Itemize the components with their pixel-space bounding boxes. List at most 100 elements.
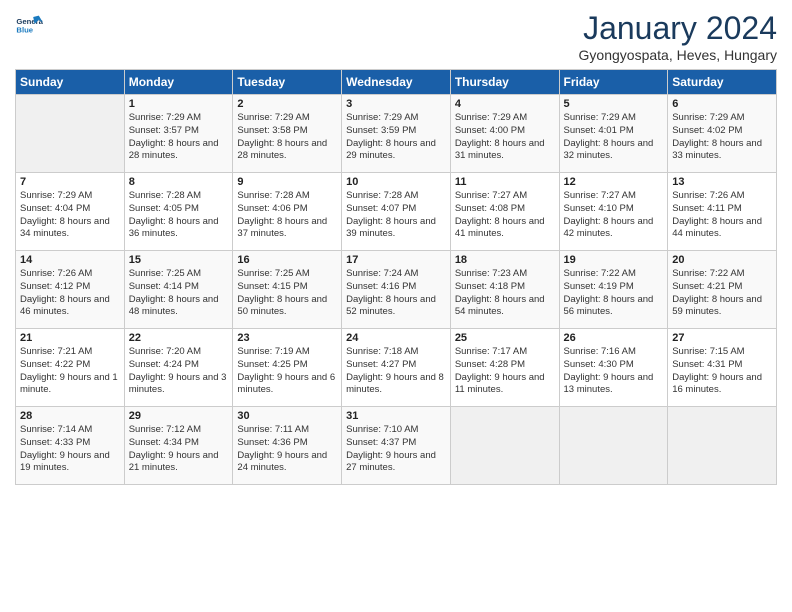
day-number: 12 <box>564 176 664 188</box>
cell-sunset: Sunset: 4:37 PM <box>346 437 446 450</box>
cell-daylight: Daylight: 8 hours and 28 minutes. <box>129 138 229 164</box>
cell-3-2: 23 Sunrise: 7:19 AM Sunset: 4:25 PM Dayl… <box>233 329 342 407</box>
cell-sunset: Sunset: 4:21 PM <box>672 281 772 294</box>
calendar-header-row: Sunday Monday Tuesday Wednesday Thursday… <box>16 70 777 95</box>
cell-daylight: Daylight: 8 hours and 32 minutes. <box>564 138 664 164</box>
cell-0-4: 4 Sunrise: 7:29 AM Sunset: 4:00 PM Dayli… <box>450 95 559 173</box>
day-number: 10 <box>346 176 446 188</box>
cell-daylight: Daylight: 8 hours and 54 minutes. <box>455 294 555 320</box>
cell-1-2: 9 Sunrise: 7:28 AM Sunset: 4:06 PM Dayli… <box>233 173 342 251</box>
day-number: 31 <box>346 410 446 422</box>
cell-1-1: 8 Sunrise: 7:28 AM Sunset: 4:05 PM Dayli… <box>124 173 233 251</box>
header-friday: Friday <box>559 70 668 95</box>
cell-2-6: 20 Sunrise: 7:22 AM Sunset: 4:21 PM Dayl… <box>668 251 777 329</box>
week-row-3: 14 Sunrise: 7:26 AM Sunset: 4:12 PM Dayl… <box>16 251 777 329</box>
cell-sunset: Sunset: 4:06 PM <box>237 203 337 216</box>
logo-icon: General Blue <box>15 10 43 38</box>
cell-daylight: Daylight: 8 hours and 59 minutes. <box>672 294 772 320</box>
cell-2-1: 15 Sunrise: 7:25 AM Sunset: 4:14 PM Dayl… <box>124 251 233 329</box>
month-title: January 2024 <box>579 10 777 47</box>
cell-sunrise: Sunrise: 7:29 AM <box>564 112 664 125</box>
cell-sunrise: Sunrise: 7:25 AM <box>237 268 337 281</box>
cell-3-0: 21 Sunrise: 7:21 AM Sunset: 4:22 PM Dayl… <box>16 329 125 407</box>
week-row-2: 7 Sunrise: 7:29 AM Sunset: 4:04 PM Dayli… <box>16 173 777 251</box>
day-number: 16 <box>237 254 337 266</box>
cell-daylight: Daylight: 9 hours and 27 minutes. <box>346 450 446 476</box>
cell-2-4: 18 Sunrise: 7:23 AM Sunset: 4:18 PM Dayl… <box>450 251 559 329</box>
cell-daylight: Daylight: 9 hours and 21 minutes. <box>129 450 229 476</box>
cell-sunset: Sunset: 4:05 PM <box>129 203 229 216</box>
cell-sunrise: Sunrise: 7:19 AM <box>237 346 337 359</box>
cell-daylight: Daylight: 9 hours and 8 minutes. <box>346 372 446 398</box>
cell-sunset: Sunset: 4:08 PM <box>455 203 555 216</box>
cell-daylight: Daylight: 8 hours and 42 minutes. <box>564 216 664 242</box>
day-number: 2 <box>237 98 337 110</box>
cell-sunrise: Sunrise: 7:11 AM <box>237 424 337 437</box>
cell-daylight: Daylight: 8 hours and 56 minutes. <box>564 294 664 320</box>
cell-daylight: Daylight: 9 hours and 3 minutes. <box>129 372 229 398</box>
cell-sunrise: Sunrise: 7:25 AM <box>129 268 229 281</box>
cell-3-6: 27 Sunrise: 7:15 AM Sunset: 4:31 PM Dayl… <box>668 329 777 407</box>
title-block: January 2024 Gyongyospata, Heves, Hungar… <box>579 10 777 63</box>
cell-sunrise: Sunrise: 7:29 AM <box>237 112 337 125</box>
cell-sunrise: Sunrise: 7:28 AM <box>237 190 337 203</box>
cell-sunrise: Sunrise: 7:27 AM <box>564 190 664 203</box>
cell-daylight: Daylight: 8 hours and 36 minutes. <box>129 216 229 242</box>
day-number: 11 <box>455 176 555 188</box>
cell-sunset: Sunset: 4:07 PM <box>346 203 446 216</box>
cell-sunset: Sunset: 4:00 PM <box>455 125 555 138</box>
cell-daylight: Daylight: 9 hours and 24 minutes. <box>237 450 337 476</box>
cell-sunrise: Sunrise: 7:29 AM <box>346 112 446 125</box>
page-header: General Blue January 2024 Gyongyospata, … <box>15 10 777 63</box>
cell-4-2: 30 Sunrise: 7:11 AM Sunset: 4:36 PM Dayl… <box>233 407 342 485</box>
cell-sunset: Sunset: 3:59 PM <box>346 125 446 138</box>
cell-0-3: 3 Sunrise: 7:29 AM Sunset: 3:59 PM Dayli… <box>342 95 451 173</box>
cell-sunrise: Sunrise: 7:22 AM <box>564 268 664 281</box>
svg-text:Blue: Blue <box>16 25 33 34</box>
cell-1-4: 11 Sunrise: 7:27 AM Sunset: 4:08 PM Dayl… <box>450 173 559 251</box>
cell-daylight: Daylight: 8 hours and 31 minutes. <box>455 138 555 164</box>
cell-2-0: 14 Sunrise: 7:26 AM Sunset: 4:12 PM Dayl… <box>16 251 125 329</box>
header-saturday: Saturday <box>668 70 777 95</box>
logo: General Blue <box>15 10 45 38</box>
cell-2-2: 16 Sunrise: 7:25 AM Sunset: 4:15 PM Dayl… <box>233 251 342 329</box>
cell-sunrise: Sunrise: 7:22 AM <box>672 268 772 281</box>
calendar-table: Sunday Monday Tuesday Wednesday Thursday… <box>15 69 777 485</box>
cell-sunset: Sunset: 4:36 PM <box>237 437 337 450</box>
cell-daylight: Daylight: 8 hours and 37 minutes. <box>237 216 337 242</box>
week-row-5: 28 Sunrise: 7:14 AM Sunset: 4:33 PM Dayl… <box>16 407 777 485</box>
cell-sunrise: Sunrise: 7:21 AM <box>20 346 120 359</box>
cell-sunset: Sunset: 4:04 PM <box>20 203 120 216</box>
day-number: 17 <box>346 254 446 266</box>
day-number: 19 <box>564 254 664 266</box>
cell-sunrise: Sunrise: 7:17 AM <box>455 346 555 359</box>
cell-0-5: 5 Sunrise: 7:29 AM Sunset: 4:01 PM Dayli… <box>559 95 668 173</box>
day-number: 15 <box>129 254 229 266</box>
cell-daylight: Daylight: 8 hours and 34 minutes. <box>20 216 120 242</box>
cell-sunset: Sunset: 4:28 PM <box>455 359 555 372</box>
day-number: 3 <box>346 98 446 110</box>
cell-sunrise: Sunrise: 7:18 AM <box>346 346 446 359</box>
cell-sunrise: Sunrise: 7:24 AM <box>346 268 446 281</box>
day-number: 13 <box>672 176 772 188</box>
cell-daylight: Daylight: 8 hours and 48 minutes. <box>129 294 229 320</box>
cell-sunset: Sunset: 4:16 PM <box>346 281 446 294</box>
page-container: General Blue January 2024 Gyongyospata, … <box>0 0 792 495</box>
cell-4-4 <box>450 407 559 485</box>
day-number: 7 <box>20 176 120 188</box>
cell-sunrise: Sunrise: 7:14 AM <box>20 424 120 437</box>
cell-sunset: Sunset: 4:27 PM <box>346 359 446 372</box>
cell-sunrise: Sunrise: 7:27 AM <box>455 190 555 203</box>
week-row-1: 1 Sunrise: 7:29 AM Sunset: 3:57 PM Dayli… <box>16 95 777 173</box>
cell-4-1: 29 Sunrise: 7:12 AM Sunset: 4:34 PM Dayl… <box>124 407 233 485</box>
cell-daylight: Daylight: 9 hours and 19 minutes. <box>20 450 120 476</box>
cell-sunset: Sunset: 4:14 PM <box>129 281 229 294</box>
cell-sunrise: Sunrise: 7:20 AM <box>129 346 229 359</box>
day-number: 30 <box>237 410 337 422</box>
week-row-4: 21 Sunrise: 7:21 AM Sunset: 4:22 PM Dayl… <box>16 329 777 407</box>
day-number: 28 <box>20 410 120 422</box>
cell-sunset: Sunset: 3:58 PM <box>237 125 337 138</box>
cell-sunset: Sunset: 4:02 PM <box>672 125 772 138</box>
cell-sunrise: Sunrise: 7:12 AM <box>129 424 229 437</box>
cell-sunrise: Sunrise: 7:28 AM <box>129 190 229 203</box>
